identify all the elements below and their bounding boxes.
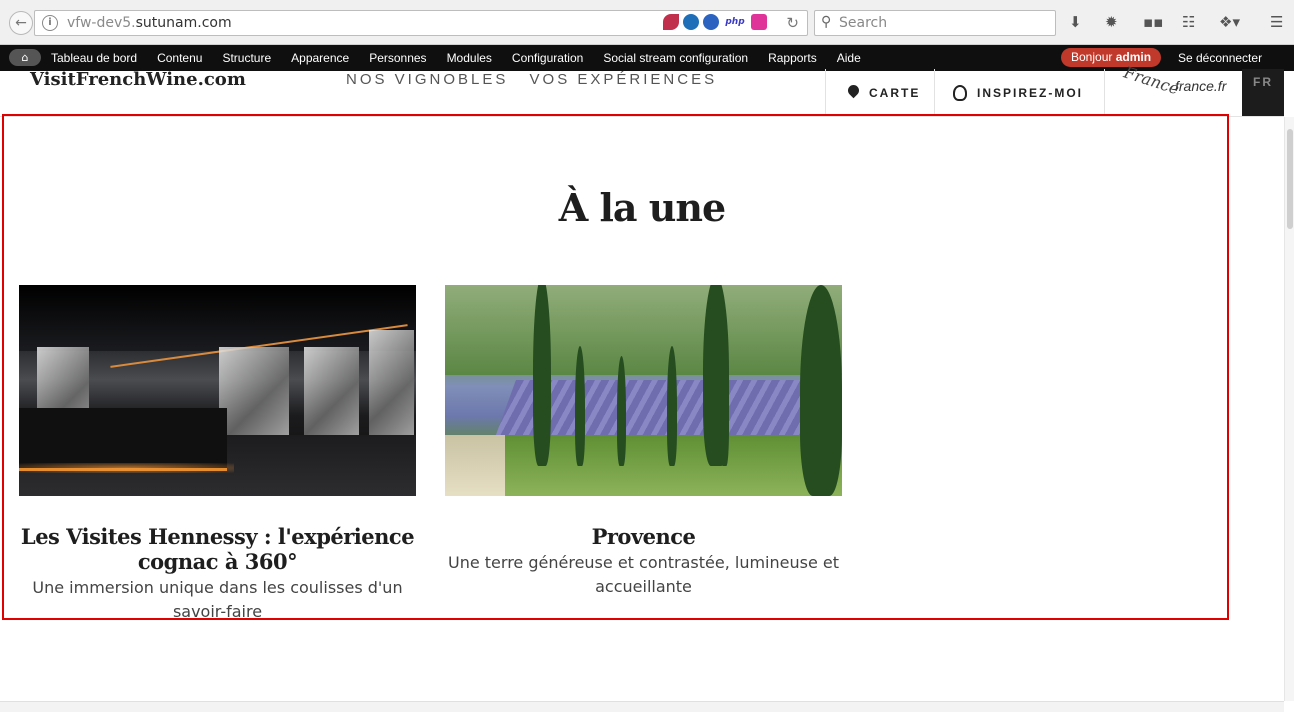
inspirez-moi-button[interactable]: INSPIREZ-MOI (934, 69, 1104, 116)
extension-menu-icon[interactable]: ❖▾ (1219, 13, 1240, 31)
france-fr-link[interactable]: France france.fr (1104, 63, 1243, 116)
back-arrow-icon[interactable]: ← (9, 11, 33, 35)
url-text[interactable]: vfw-dev5.sutunam.com (67, 15, 232, 31)
bug-icon[interactable]: ✹ (1105, 13, 1118, 31)
admin-menu-item-aide[interactable]: Aide (837, 51, 861, 65)
sitemap-icon[interactable]: ☷ (1182, 13, 1195, 31)
highlight-frame (2, 114, 1229, 620)
feather-extension-icon[interactable] (663, 14, 679, 30)
php-extension-icon[interactable]: php (723, 14, 747, 30)
logout-link[interactable]: Se déconnecter (1178, 51, 1262, 65)
admin-menu-item-contenu[interactable]: Contenu (157, 51, 202, 65)
lightbulb-icon (953, 84, 967, 101)
wave-extension-icon[interactable] (703, 14, 719, 30)
main-nav: NOS VIGNOBLES VOS EXPÉRIENCES (346, 71, 731, 88)
user-greeting-button[interactable]: Bonjour admin (1061, 48, 1162, 67)
language-switcher[interactable]: FR (1242, 69, 1284, 116)
download-icon[interactable]: ⬇ (1069, 13, 1082, 31)
inspirez-moi-label: INSPIREZ-MOI (977, 85, 1084, 100)
admin-menu-item-personnes[interactable]: Personnes (369, 51, 426, 65)
reload-icon[interactable]: ↻ (786, 14, 799, 32)
carte-button[interactable]: CARTE (825, 69, 934, 116)
carte-label: CARTE (869, 85, 921, 100)
admin-toolbar: ⌂ Tableau de bord Contenu Structure Appa… (0, 45, 1294, 71)
horizontal-scrollbar[interactable] (0, 701, 1284, 712)
admin-menu-item-structure[interactable]: Structure (222, 51, 271, 65)
address-bar[interactable]: i vfw-dev5.sutunam.com php ↻ (34, 10, 808, 36)
admin-menu-item-tableau-de-bord[interactable]: Tableau de bord (51, 51, 137, 65)
extension-icons: php (663, 14, 767, 30)
admin-menu-item-apparence[interactable]: Apparence (291, 51, 349, 65)
map-pin-icon (845, 82, 862, 99)
info-icon[interactable]: i (42, 15, 58, 31)
admin-menu: Tableau de bord Contenu Structure Appare… (51, 51, 881, 65)
admin-menu-item-modules[interactable]: Modules (447, 51, 492, 65)
username: admin (1115, 50, 1152, 64)
drupal-extension-icon[interactable] (683, 14, 699, 30)
admin-menu-item-rapports[interactable]: Rapports (768, 51, 817, 65)
site-logo[interactable]: VisitFrenchWine.com (30, 69, 246, 90)
stack-extension-icon[interactable] (751, 14, 767, 30)
scrollbar-thumb[interactable] (1287, 129, 1293, 229)
hamburger-menu-icon[interactable]: ☰ (1270, 13, 1283, 31)
france-fr-label: france.fr (1175, 78, 1227, 94)
footprints-icon[interactable]: ▪▪ (1143, 13, 1163, 31)
greeting-text: Bonjour (1071, 50, 1113, 64)
search-icon: ⚲ (821, 14, 832, 30)
home-icon[interactable]: ⌂ (9, 49, 41, 66)
admin-menu-item-configuration[interactable]: Configuration (512, 51, 583, 65)
admin-menu-item-social-stream[interactable]: Social stream configuration (603, 51, 748, 65)
search-placeholder: Search (839, 15, 888, 31)
vertical-scrollbar[interactable] (1284, 117, 1294, 701)
nav-nos-vignobles[interactable]: NOS VIGNOBLES (346, 71, 508, 88)
nav-vos-experiences[interactable]: VOS EXPÉRIENCES (530, 71, 718, 88)
browser-search-input[interactable]: ⚲ Search (814, 10, 1056, 36)
browser-toolbar: ← i vfw-dev5.sutunam.com php ↻ ⚲ Search … (0, 0, 1294, 45)
site-header: VisitFrenchWine.com NOS VIGNOBLES VOS EX… (0, 63, 1284, 117)
